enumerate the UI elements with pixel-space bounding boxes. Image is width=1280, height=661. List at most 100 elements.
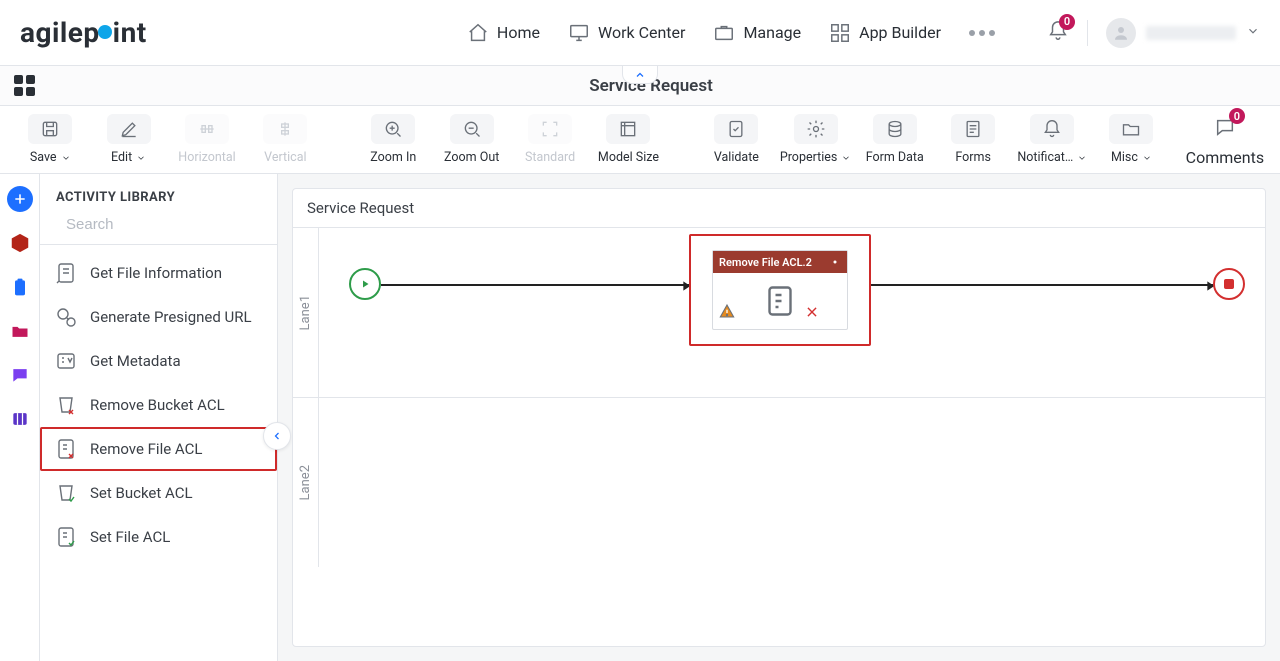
lane-2[interactable]: Lane2 <box>293 397 1265 567</box>
canvas-area: Service Request Lane1 Remove Fil <box>278 174 1280 661</box>
end-node[interactable] <box>1213 268 1245 300</box>
tool-edit[interactable]: Edit <box>94 114 162 165</box>
tool-zoom-in-label: Zoom In <box>370 150 416 165</box>
tool-properties[interactable]: Properties <box>781 114 851 165</box>
rail-add-button[interactable] <box>7 186 33 212</box>
align-horizontal-icon <box>197 119 217 139</box>
tool-comments-label: Comments <box>1186 148 1264 167</box>
logo: agilep int <box>20 16 147 49</box>
tool-comments[interactable]: 0 Comments <box>1186 112 1264 167</box>
primary-nav: Home Work Center Manage App Builder <box>467 22 995 44</box>
nav-workcenter-label: Work Center <box>598 23 685 42</box>
dot-icon <box>979 30 985 36</box>
tool-forms-label: Forms <box>955 150 991 165</box>
user-name-obscured <box>1146 26 1236 40</box>
clipboard-icon <box>10 276 30 298</box>
file-remove-icon <box>54 437 78 461</box>
connector-1[interactable] <box>381 284 689 286</box>
tool-save[interactable]: Save <box>16 114 84 165</box>
activity-list: Get File Information Generate Presigned … <box>40 245 277 565</box>
notifications-badge: 0 <box>1059 14 1075 30</box>
chevron-down-icon <box>841 153 851 163</box>
activity-node-body <box>713 273 847 329</box>
activity-item-set-bucket-acl[interactable]: Set Bucket ACL <box>40 471 277 515</box>
search-input[interactable] <box>64 215 267 234</box>
activity-item-generate-presigned-url[interactable]: Generate Presigned URL <box>40 295 277 339</box>
left-rail <box>0 174 40 661</box>
activity-item-get-metadata[interactable]: Get Metadata <box>40 339 277 383</box>
tool-model-size-label: Model Size <box>598 150 659 165</box>
activity-node-titlebar: Remove File ACL.2 <box>713 251 847 273</box>
user-menu[interactable] <box>1106 18 1260 48</box>
chevron-down-icon <box>1077 153 1087 163</box>
validate-icon <box>726 119 746 139</box>
activity-node-remove-file-acl[interactable]: Remove File ACL.2 <box>689 234 871 346</box>
activity-item-set-file-acl[interactable]: Set File ACL <box>40 515 277 559</box>
activity-label: Generate Presigned URL <box>90 308 252 327</box>
activity-item-remove-file-acl[interactable]: Remove File ACL <box>40 427 277 471</box>
file-info-icon <box>54 261 78 285</box>
tool-notifications[interactable]: Notificat… <box>1017 114 1087 165</box>
workspace: ACTIVITY LIBRARY Get File Information Ge… <box>0 174 1280 661</box>
comments-badge: 0 <box>1229 108 1245 124</box>
chevron-down-icon <box>1246 23 1260 42</box>
nav-workcenter[interactable]: Work Center <box>568 22 685 44</box>
rail-clipboard-button[interactable] <box>7 274 33 300</box>
metadata-icon <box>54 349 78 373</box>
canvas-title: Service Request <box>293 189 1265 227</box>
form-icon <box>963 119 983 139</box>
app-switcher-button[interactable] <box>14 75 36 97</box>
activity-label: Set Bucket ACL <box>90 484 193 503</box>
briefcase-icon <box>713 22 735 44</box>
fit-model-icon <box>618 119 638 139</box>
rail-folder-button[interactable] <box>7 318 33 344</box>
activity-label: Set File ACL <box>90 528 170 547</box>
chevron-down-icon <box>136 153 146 163</box>
tool-form-data[interactable]: Form Data <box>861 114 929 165</box>
header-right: 0 <box>1047 18 1260 48</box>
tool-forms[interactable]: Forms <box>939 114 1007 165</box>
chevron-down-icon <box>61 153 71 163</box>
tool-horizontal-label: Horizontal <box>178 150 235 165</box>
tool-zoom-in[interactable]: Zoom In <box>359 114 427 165</box>
notifications-button[interactable]: 0 <box>1047 20 1069 46</box>
nav-appbuilder-label: App Builder <box>859 23 941 42</box>
activity-node-title: Remove File ACL.2 <box>719 256 812 269</box>
activity-item-get-file-information[interactable]: Get File Information <box>40 251 277 295</box>
tool-notifications-label: Notificat… <box>1017 150 1073 165</box>
dot-icon <box>969 30 975 36</box>
nav-home[interactable]: Home <box>467 22 540 44</box>
rail-block-button[interactable] <box>7 406 33 432</box>
header-collapse-toggle[interactable] <box>622 66 658 84</box>
chevron-left-icon <box>271 430 283 442</box>
chevron-down-icon <box>1142 153 1152 163</box>
lane-1-flow: Remove File ACL.2 <box>319 228 1265 397</box>
nav-manage[interactable]: Manage <box>713 22 801 44</box>
nav-appbuilder[interactable]: App Builder <box>829 22 941 44</box>
process-canvas[interactable]: Service Request Lane1 Remove Fil <box>292 188 1266 647</box>
tool-misc[interactable]: Misc <box>1097 114 1165 165</box>
connector-2[interactable] <box>871 284 1213 286</box>
bucket-check-icon <box>54 481 78 505</box>
panel-collapse-button[interactable] <box>263 422 291 450</box>
zoom-in-icon <box>383 119 403 139</box>
monitor-icon <box>568 22 590 44</box>
lane-1[interactable]: Lane1 Remove File ACL.2 <box>293 227 1265 397</box>
tool-zoom-out[interactable]: Zoom Out <box>437 114 505 165</box>
tool-model-size[interactable]: Model Size <box>594 114 662 165</box>
tool-validate[interactable]: Validate <box>702 114 770 165</box>
start-node[interactable] <box>349 268 381 300</box>
bell-icon <box>1042 119 1062 139</box>
nav-more-button[interactable] <box>969 30 995 36</box>
chat-icon <box>9 365 31 385</box>
lane-1-label: Lane1 <box>293 228 319 397</box>
gear-icon[interactable] <box>829 256 841 268</box>
tool-horizontal: Horizontal <box>173 114 241 165</box>
tool-vertical-label: Vertical <box>264 150 306 165</box>
rail-chat-button[interactable] <box>7 362 33 388</box>
tool-misc-label: Misc <box>1111 150 1138 165</box>
rail-activities-button[interactable] <box>7 230 33 256</box>
activity-label: Get Metadata <box>90 352 181 371</box>
activity-item-remove-bucket-acl[interactable]: Remove Bucket ACL <box>40 383 277 427</box>
logo-text-right: int <box>113 16 147 49</box>
